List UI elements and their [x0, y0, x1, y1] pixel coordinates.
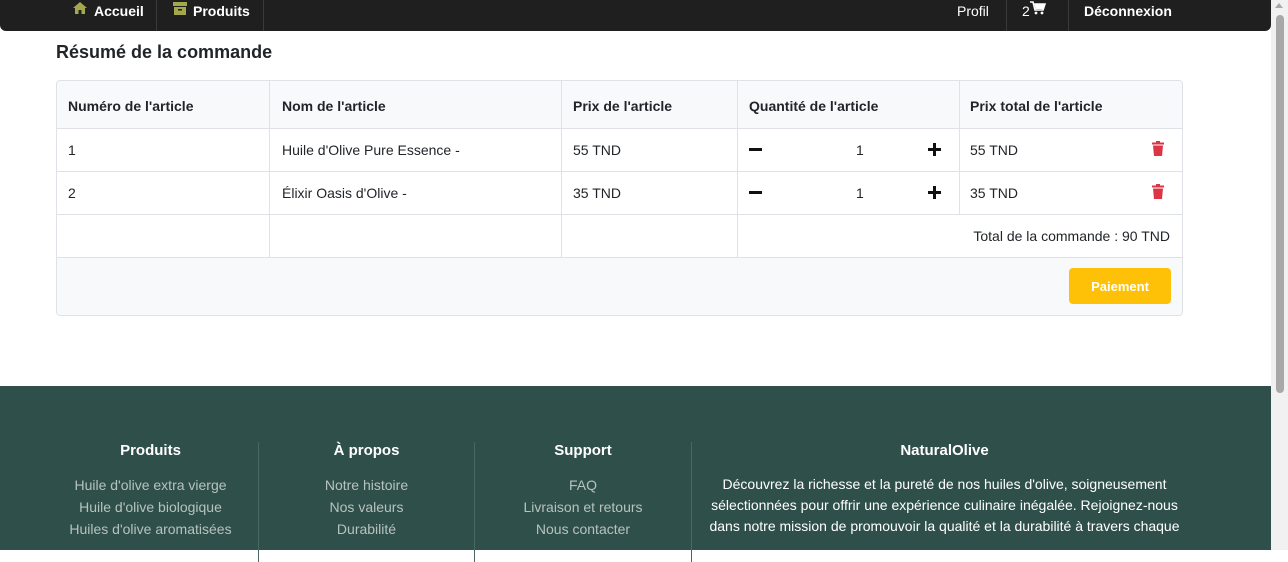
item-name: Élixir Oasis d'Olive - [270, 172, 562, 214]
order-table-card: Numéro de l'article Nom de l'article Pri… [56, 80, 1183, 316]
cart-count: 2 [1022, 3, 1030, 19]
home-icon [72, 0, 88, 22]
nav-logout-link[interactable]: Déconnexion [1084, 0, 1172, 31]
footer-link[interactable]: Nos valeurs [259, 496, 474, 518]
footer-support-column: Support FAQ Livraison et retours Nous co… [475, 442, 691, 540]
footer-link[interactable]: Nous contacter [475, 518, 691, 540]
scroll-up-arrow-icon[interactable] [1275, 3, 1283, 8]
footer-products-column: Produits Huile d'olive extra vierge Huil… [50, 442, 251, 540]
vertical-scrollbar[interactable] [1271, 0, 1288, 550]
shopping-cart-icon [1029, 0, 1046, 22]
top-navbar: Accueil Produits Profil 2 Déconnexion [0, 0, 1271, 31]
item-name: Huile d'Olive Pure Essence - [270, 129, 562, 171]
footer-brand-description: Découvrez la richesse et la pureté de no… [709, 476, 1180, 534]
table-header-row: Numéro de l'article Nom de l'article Pri… [57, 81, 1182, 129]
item-price: 35 TND [562, 172, 738, 214]
footer-link[interactable]: Notre histoire [259, 474, 474, 496]
payment-button[interactable]: Paiement [1069, 268, 1171, 304]
item-total-cell: 35 TND [959, 172, 1182, 214]
nav-separator [156, 0, 157, 31]
nav-profile-link[interactable]: Profil [957, 0, 989, 31]
table-row: 1 Huile d'Olive Pure Essence - 55 TND 1 … [57, 129, 1182, 172]
trash-icon[interactable] [1152, 141, 1164, 159]
item-total: 55 TND [970, 142, 1018, 158]
quantity-stepper: 1 [738, 172, 960, 214]
trash-icon[interactable] [1152, 184, 1164, 202]
scrollbar-thumb[interactable] [1276, 15, 1284, 393]
card-footer: Paiement [57, 258, 1182, 315]
nav-home-label: Accueil [94, 3, 144, 19]
empty-cell [270, 215, 562, 257]
order-summary-title: Résumé de la commande [56, 42, 273, 62]
item-price: 55 TND [562, 129, 738, 171]
footer-brand-heading: NaturalOlive [900, 442, 989, 459]
nav-products-label: Produits [193, 3, 250, 19]
nav-separator [1006, 0, 1007, 31]
footer-divider [691, 442, 692, 562]
footer-support-heading: Support [554, 442, 612, 459]
nav-cart-link[interactable]: 2 [1022, 0, 1046, 31]
quantity-value: 1 [856, 185, 864, 201]
empty-cell [57, 215, 270, 257]
quantity-stepper: 1 [738, 129, 960, 171]
footer-about-heading: À propos [333, 442, 400, 459]
plus-icon[interactable] [928, 140, 941, 160]
quantity-value: 1 [856, 142, 864, 158]
footer-link[interactable]: FAQ [475, 474, 691, 496]
footer-brand-column: NaturalOlive Découvrez la richesse et la… [702, 442, 1187, 537]
footer-link[interactable]: Huiles d'olive aromatisées [50, 518, 251, 540]
order-total: Total de la commande : 90 TND [973, 228, 1170, 244]
footer-link[interactable]: Livraison et retours [475, 496, 691, 518]
item-number: 1 [57, 129, 270, 171]
site-footer: Produits Huile d'olive extra vierge Huil… [0, 386, 1271, 562]
footer-link[interactable]: Huile d'olive extra vierge [50, 474, 251, 496]
footer-about-column: À propos Notre histoire Nos valeurs Dura… [259, 442, 474, 540]
item-number: 2 [57, 172, 270, 214]
minus-icon[interactable] [749, 140, 762, 160]
plus-icon[interactable] [928, 183, 941, 203]
nav-separator [1068, 0, 1069, 31]
footer-products-heading: Produits [120, 442, 181, 459]
footer-link[interactable]: Durabilité [259, 518, 474, 540]
empty-cell [562, 215, 738, 257]
footer-link[interactable]: Huile d'olive biologique [50, 496, 251, 518]
archive-box-icon [173, 0, 187, 22]
nav-home-link[interactable]: Accueil [72, 0, 144, 31]
nav-products-link[interactable]: Produits [173, 0, 250, 31]
order-total-row: Total de la commande : 90 TND [57, 215, 1182, 258]
column-header-item-price: Prix de l'article [562, 81, 738, 128]
item-total: 35 TND [970, 185, 1018, 201]
column-header-item-name: Nom de l'article [270, 81, 562, 128]
column-header-item-quantity: Quantité de l'article [738, 81, 960, 128]
minus-icon[interactable] [749, 183, 762, 203]
column-header-item-total: Prix total de l'article [970, 97, 1103, 114]
column-header-item-number: Numéro de l'article [57, 81, 270, 128]
table-row: 2 Élixir Oasis d'Olive - 35 TND 1 35 TND [57, 172, 1182, 215]
nav-separator [263, 0, 264, 31]
item-total-cell: 55 TND [959, 129, 1182, 171]
